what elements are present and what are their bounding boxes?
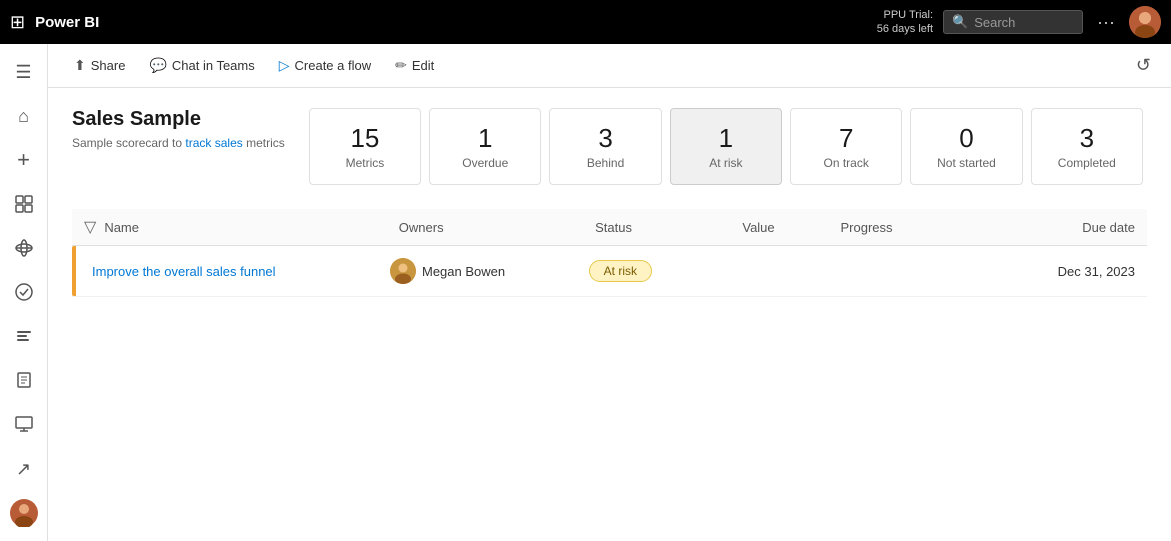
sidebar-item-hamburger[interactable]: ☰	[4, 52, 44, 92]
filter-icon[interactable]: ▽	[84, 217, 96, 237]
edit-button[interactable]: ✏ Edit	[385, 52, 444, 79]
metric-card-completed[interactable]: 3 Completed	[1031, 108, 1143, 185]
col-header-owners: Owners	[399, 220, 595, 235]
row-status: At risk	[589, 260, 738, 282]
app-title: Power BI	[35, 14, 867, 31]
status-badge: At risk	[589, 260, 652, 282]
chat-icon: 💬	[149, 57, 166, 74]
row-status-indicator	[72, 246, 76, 296]
table-header: ▽ Name Owners Status Value Progress Due …	[72, 209, 1147, 246]
metric-cards: 15 Metrics 1 Overdue 3 Behind 1 At risk	[305, 108, 1147, 185]
metric-label-completed: Completed	[1058, 156, 1116, 170]
chat-teams-button[interactable]: 💬 Chat in Teams	[139, 52, 264, 79]
search-icon: 🔍	[952, 14, 968, 30]
col-header-value: Value	[742, 220, 840, 235]
metric-label-behind: Behind	[587, 156, 624, 170]
row-owners: Megan Bowen	[390, 258, 589, 284]
metric-label-overdue: Overdue	[462, 156, 508, 170]
sidebar-item-apps[interactable]	[4, 272, 44, 312]
metric-num-completed: 3	[1080, 123, 1094, 154]
sidebar-item-metrics[interactable]	[4, 316, 44, 356]
sidebar-item-create[interactable]: +	[4, 140, 44, 180]
user-avatar[interactable]	[1129, 6, 1161, 38]
metric-card-at-risk[interactable]: 1 At risk	[670, 108, 782, 185]
sidebar-item-external[interactable]: ↗	[4, 449, 44, 489]
main-layout: ☰ ⌂ + ↗	[0, 44, 1171, 541]
topbar: ⊞ Power BI PPU Trial: 56 days left 🔍 ···	[0, 0, 1171, 44]
sidebar-item-monitor[interactable]	[4, 404, 44, 444]
metric-card-on-track[interactable]: 7 On track	[790, 108, 902, 185]
metric-num-behind: 3	[598, 123, 612, 154]
metric-num-on-track: 7	[839, 123, 853, 154]
metric-card-metrics[interactable]: 15 Metrics	[309, 108, 421, 185]
owner-name: Megan Bowen	[422, 264, 505, 279]
scorecard-link[interactable]: track sales	[185, 136, 242, 150]
row-name[interactable]: Improve the overall sales funnel	[84, 264, 390, 279]
more-options-icon[interactable]: ···	[1093, 12, 1119, 33]
metric-num-metrics: 15	[350, 123, 379, 154]
scorecard-area: Sales Sample Sample scorecard to track s…	[48, 88, 1171, 541]
metric-card-behind[interactable]: 3 Behind	[549, 108, 661, 185]
sidebar-user-avatar[interactable]	[4, 493, 44, 533]
flow-icon: ▷	[279, 57, 290, 74]
sidebar-item-home[interactable]: ⌂	[4, 96, 44, 136]
owner-avatar	[390, 258, 416, 284]
table-section: ▽ Name Owners Status Value Progress Due …	[72, 209, 1147, 297]
secondary-toolbar: ⬆ Share 💬 Chat in Teams ▷ Create a flow …	[48, 44, 1171, 88]
trial-info: PPU Trial: 56 days left	[877, 8, 933, 37]
row-due-date: Dec 31, 2023	[986, 264, 1135, 279]
metric-card-overdue[interactable]: 1 Overdue	[429, 108, 541, 185]
sidebar-item-browse[interactable]	[4, 184, 44, 224]
metric-card-not-started[interactable]: 0 Not started	[910, 108, 1022, 185]
avatar-image	[1129, 6, 1161, 38]
metric-num-overdue: 1	[478, 123, 492, 154]
search-input[interactable]	[974, 15, 1074, 30]
scorecard-title: Sales Sample	[72, 108, 285, 131]
metrics-header: Sales Sample Sample scorecard to track s…	[72, 108, 1147, 185]
col-header-status: Status	[595, 220, 742, 235]
metric-label-at-risk: At risk	[709, 156, 742, 170]
refresh-icon[interactable]: ↺	[1132, 51, 1155, 80]
sidebar-item-datahub[interactable]	[4, 228, 44, 268]
col-header-progress: Progress	[841, 220, 988, 235]
metric-label-metrics: Metrics	[346, 156, 385, 170]
col-header-due-date: Due date	[988, 220, 1135, 235]
edit-icon: ✏	[395, 57, 407, 74]
search-box[interactable]: 🔍	[943, 10, 1083, 34]
sidebar-bottom: ↗	[4, 449, 44, 541]
table-row: Improve the overall sales funnel Megan B…	[72, 246, 1147, 297]
metric-num-at-risk: 1	[719, 123, 733, 154]
sidebar: ☰ ⌂ + ↗	[0, 44, 48, 541]
scorecard-title-block: Sales Sample Sample scorecard to track s…	[72, 108, 305, 185]
sidebar-item-learn[interactable]	[4, 360, 44, 400]
grid-icon[interactable]: ⊞	[10, 12, 25, 33]
content-area: ⬆ Share 💬 Chat in Teams ▷ Create a flow …	[48, 44, 1171, 541]
share-button[interactable]: ⬆ Share	[64, 52, 135, 79]
col-header-name: Name	[104, 220, 398, 235]
create-flow-button[interactable]: ▷ Create a flow	[269, 52, 381, 79]
scorecard-description: Sample scorecard to track sales metrics	[72, 135, 285, 152]
metric-label-on-track: On track	[824, 156, 869, 170]
metric-num-not-started: 0	[959, 123, 973, 154]
share-icon: ⬆	[74, 57, 86, 74]
metric-label-not-started: Not started	[937, 156, 996, 170]
